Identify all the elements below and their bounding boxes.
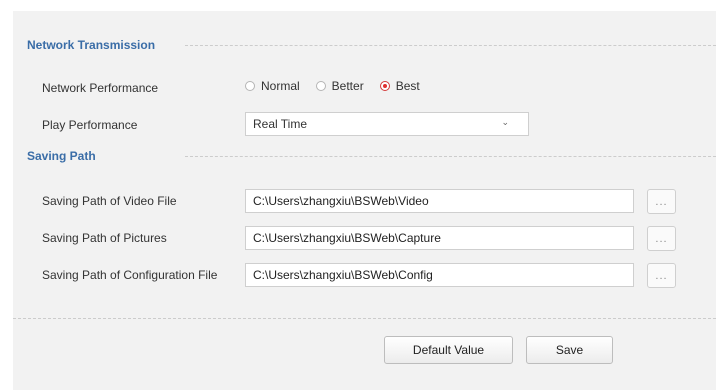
section-title-saving-path: Saving Path [27, 149, 96, 163]
radio-best-label: Best [395, 79, 420, 93]
pictures-path-label: Saving Path of Pictures [42, 231, 167, 245]
footer-divider [13, 318, 716, 319]
default-value-button[interactable]: Default Value [384, 336, 513, 364]
play-performance-select[interactable]: Real Time ⌄ [245, 112, 529, 136]
browse-video-button[interactable]: ... [647, 189, 676, 214]
settings-panel: Network Transmission Network Performance… [13, 11, 716, 390]
radio-better[interactable]: Better [315, 79, 364, 93]
play-performance-value: Real Time [253, 117, 308, 131]
play-performance-label: Play Performance [42, 118, 138, 132]
radio-normal-label: Normal [261, 79, 300, 93]
radio-best[interactable]: Best [379, 79, 420, 93]
browse-config-button[interactable]: ... [647, 263, 676, 288]
config-path-label: Saving Path of Configuration File [42, 268, 218, 282]
browse-pictures-button[interactable]: ... [647, 226, 676, 251]
section-divider [185, 156, 716, 157]
video-path-input[interactable] [245, 189, 634, 213]
radio-better-circle[interactable] [315, 81, 326, 91]
save-button[interactable]: Save [526, 336, 613, 364]
video-path-label: Saving Path of Video File [42, 194, 177, 208]
config-path-input[interactable] [245, 263, 634, 287]
chevron-down-icon: ⌄ [501, 117, 509, 127]
radio-better-label: Better [331, 79, 364, 93]
section-divider [185, 45, 716, 46]
network-performance-label: Network Performance [42, 81, 159, 95]
radio-normal-circle[interactable] [245, 81, 255, 91]
radio-best-circle[interactable] [379, 81, 390, 91]
section-title-network-transmission: Network Transmission [27, 38, 156, 52]
radio-normal[interactable]: Normal [245, 79, 300, 93]
network-performance-radio-group: Normal Better Best [245, 79, 436, 93]
pictures-path-input[interactable] [245, 226, 634, 250]
